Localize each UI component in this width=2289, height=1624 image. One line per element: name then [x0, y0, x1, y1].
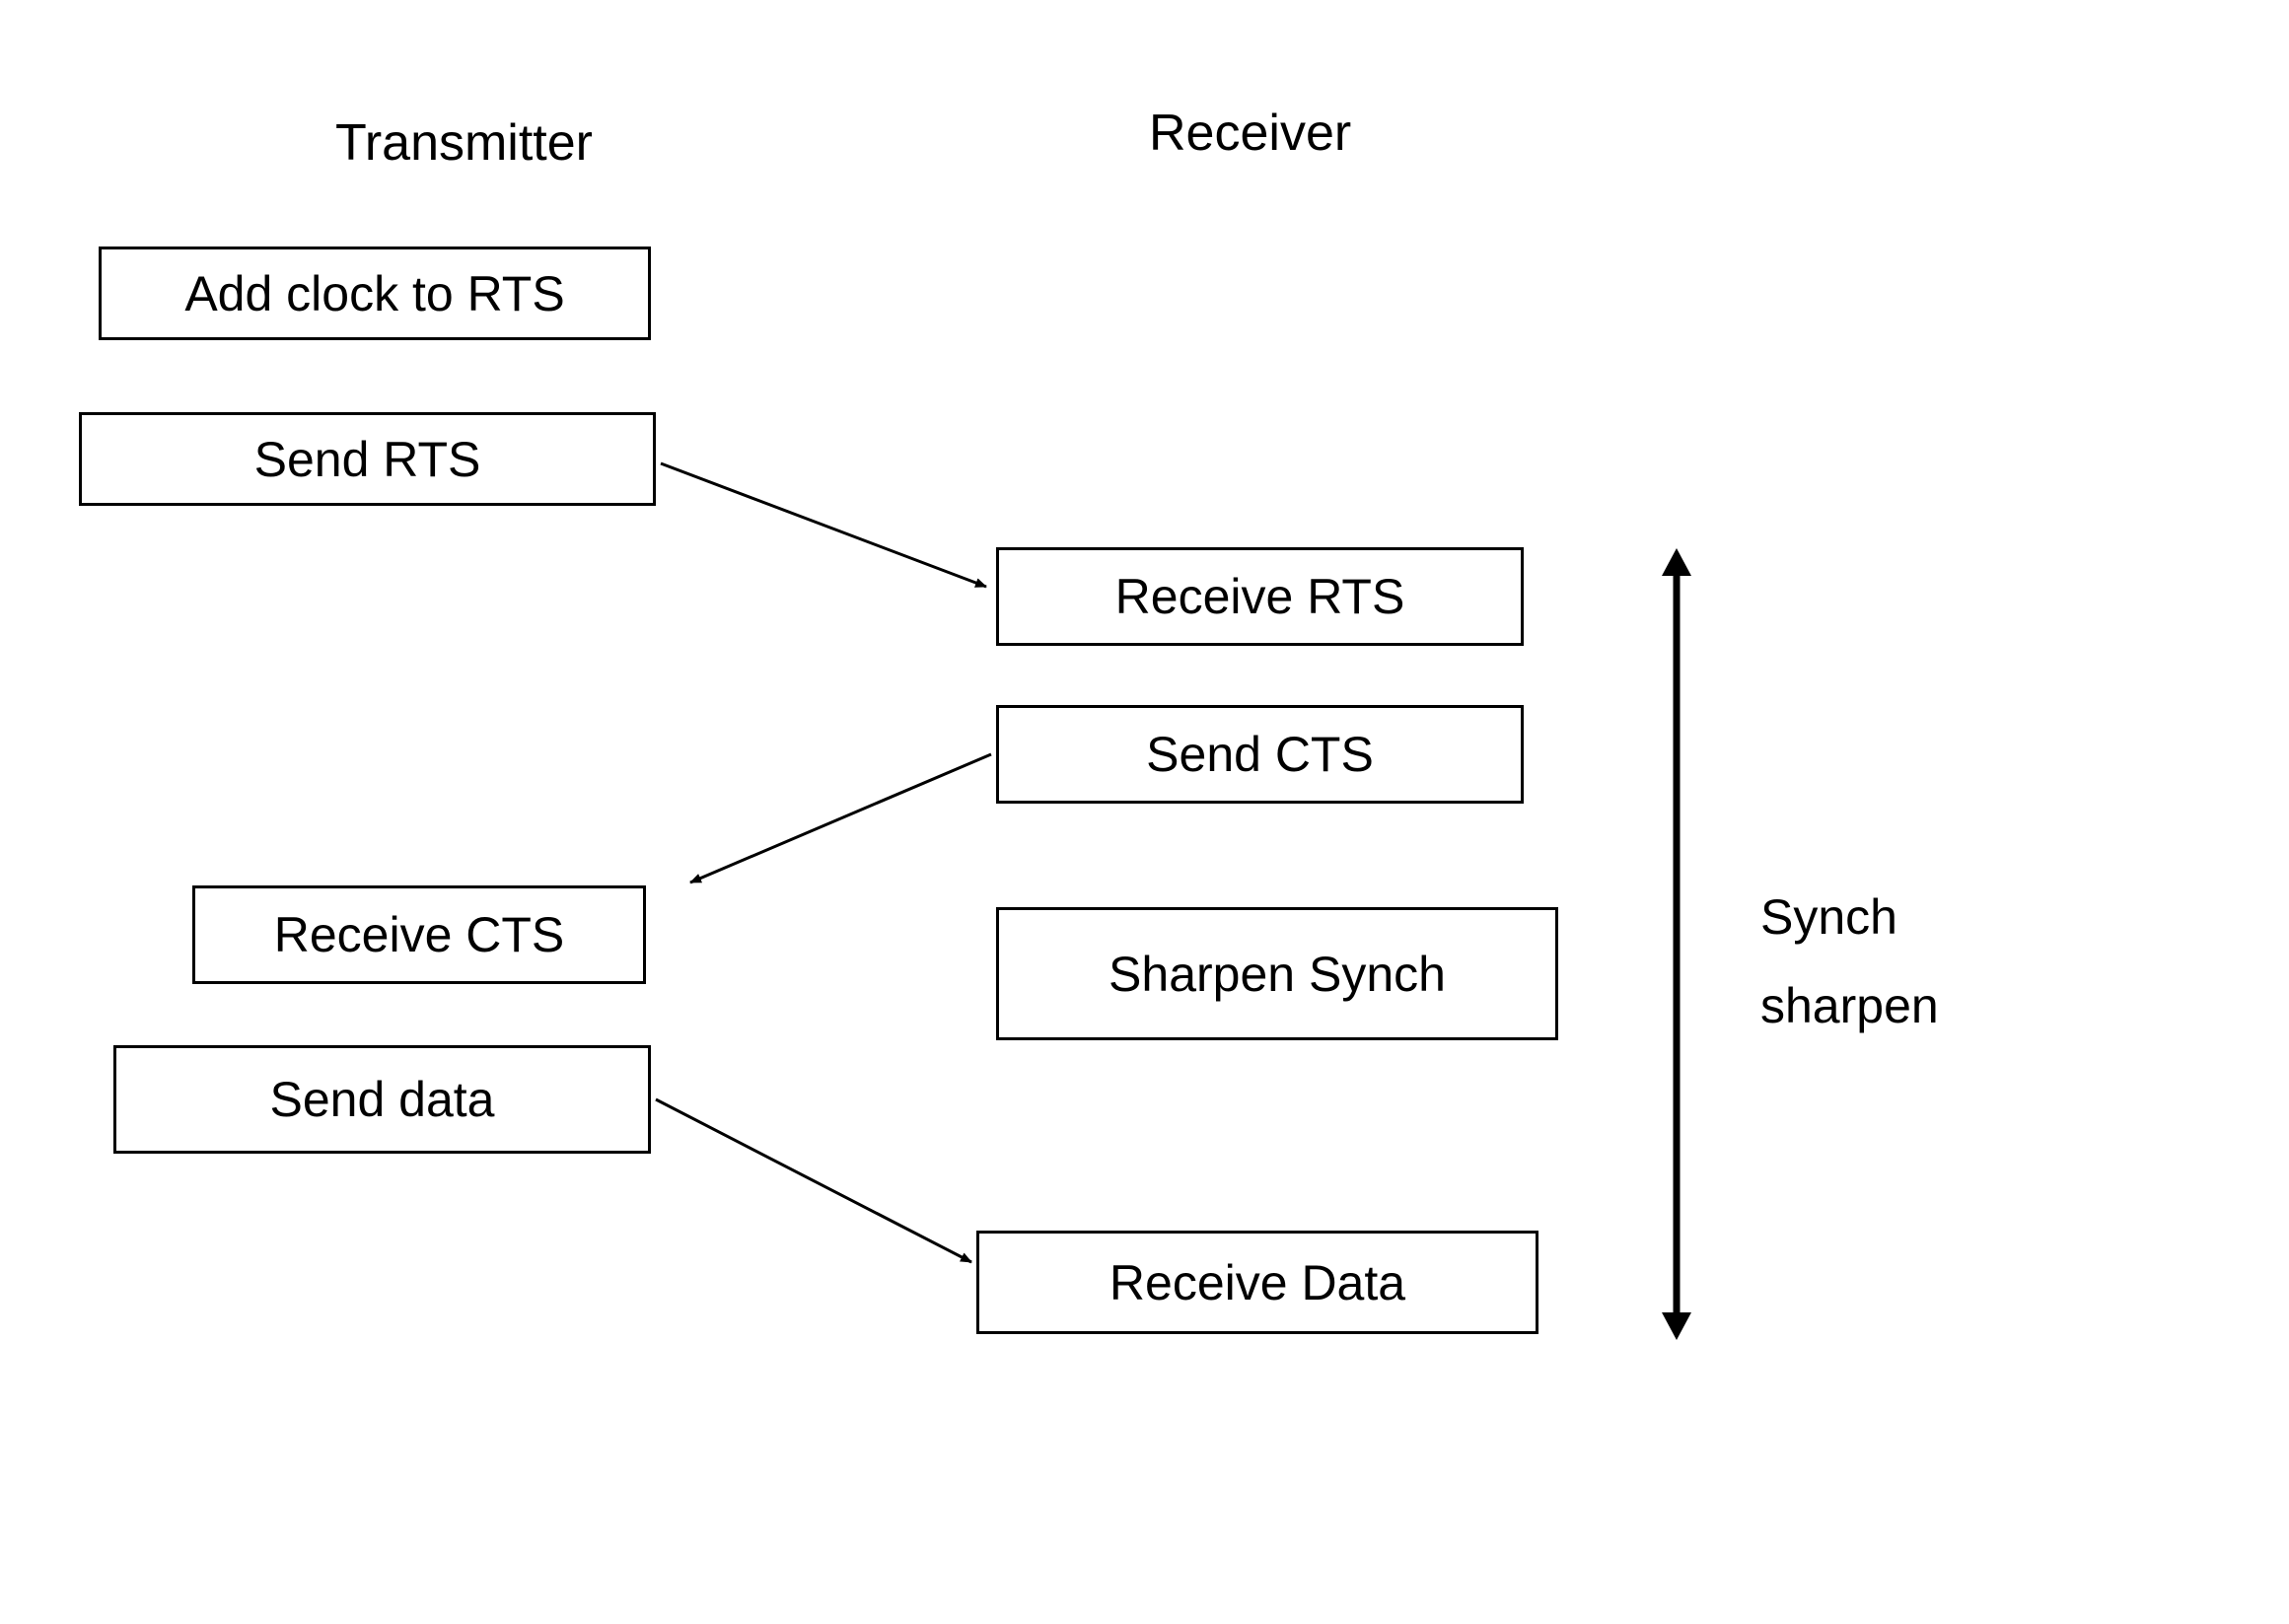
synch-sharpen-label: Synch sharpen: [1760, 873, 1939, 1050]
box-receive-data: Receive Data: [976, 1231, 1538, 1334]
box-label: Send RTS: [254, 431, 481, 488]
arrow-send-rts-to-receive-rts: [661, 463, 986, 587]
box-label: Add clock to RTS: [184, 265, 564, 322]
box-send-rts: Send RTS: [79, 412, 656, 506]
transmitter-header: Transmitter: [335, 113, 593, 173]
box-label: Receive CTS: [274, 906, 565, 963]
arrows-layer: [0, 0, 2289, 1624]
receiver-header: Receiver: [1149, 104, 1351, 163]
box-receive-rts: Receive RTS: [996, 547, 1524, 646]
box-send-data: Send data: [113, 1045, 651, 1154]
annotation-line1: Synch: [1760, 873, 1939, 961]
box-label: Sharpen Synch: [1109, 946, 1446, 1003]
annotation-line2: sharpen: [1760, 961, 1939, 1050]
arrow-send-cts-to-receive-cts: [690, 754, 991, 883]
box-receive-cts: Receive CTS: [192, 885, 646, 984]
box-label: Receive RTS: [1115, 568, 1405, 625]
box-label: Receive Data: [1109, 1254, 1405, 1311]
arrow-send-data-to-receive-data: [656, 1099, 971, 1262]
box-sharpen-synch: Sharpen Synch: [996, 907, 1558, 1040]
box-send-cts: Send CTS: [996, 705, 1524, 804]
box-label: Send data: [270, 1071, 495, 1128]
box-add-clock-to-rts: Add clock to RTS: [99, 247, 651, 340]
protocol-diagram: Transmitter Receiver Add clock to RTS Se…: [0, 0, 2289, 1624]
box-label: Send CTS: [1146, 726, 1374, 783]
